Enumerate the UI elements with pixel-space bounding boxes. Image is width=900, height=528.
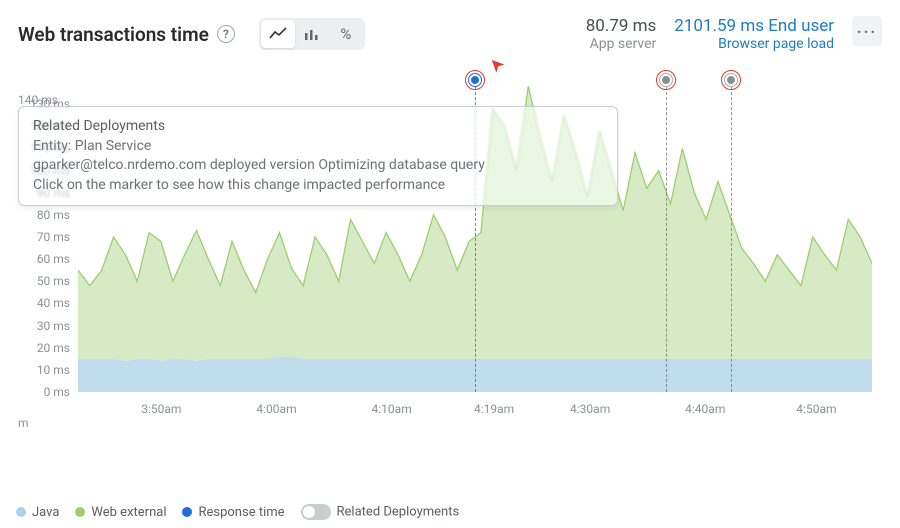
tooltip-detail: gparker@telco.nrdemo.com deployed versio… bbox=[33, 156, 603, 176]
toggle-switch[interactable] bbox=[301, 504, 331, 520]
legend-response-time[interactable]: Response time bbox=[182, 505, 284, 520]
legend: Java Web external Response time Related … bbox=[16, 504, 459, 520]
x-tick: 4:19am bbox=[474, 402, 514, 416]
deployment-line bbox=[666, 82, 667, 392]
x-tick: 4:50am bbox=[796, 402, 836, 416]
chart-type-toggle: % bbox=[259, 18, 365, 50]
tooltip-entity: Entity: Plan Service bbox=[33, 137, 603, 157]
chart: 0 ms 10 ms 20 ms 30 ms 40 ms 50 ms 60 ms 70 ms 8… bbox=[18, 82, 882, 442]
tooltip-title: Related Deployments bbox=[33, 117, 603, 137]
y-tick: 20 ms bbox=[37, 341, 70, 355]
metric-value: 80.79 ms bbox=[586, 16, 657, 36]
y-tick: 40 ms bbox=[37, 296, 70, 310]
x-tick: 4:00am bbox=[256, 402, 296, 416]
header: Web transactions time ? % 80.79 ms App s… bbox=[18, 16, 882, 52]
metrics: 80.79 ms App server 2101.59 ms End user … bbox=[586, 16, 882, 52]
percent-icon[interactable]: % bbox=[329, 20, 363, 48]
deployment-marker[interactable] bbox=[725, 74, 737, 86]
legend-java[interactable]: Java bbox=[16, 505, 59, 520]
deployment-line bbox=[731, 82, 732, 392]
y-tick: 10 ms bbox=[37, 363, 70, 377]
y-tick: 80 ms bbox=[37, 208, 70, 222]
page-title: Web transactions time ? bbox=[18, 23, 235, 46]
deployment-marker[interactable] bbox=[469, 74, 481, 86]
metric-label: App server bbox=[586, 36, 657, 52]
x-axis: 3:50am 4:00am 4:10am 4:19am 4:30am 4:40am 4:50… bbox=[78, 402, 872, 422]
x-tick: 4:40am bbox=[685, 402, 725, 416]
metric-value: 2101.59 ms End user bbox=[674, 16, 834, 36]
dot-icon bbox=[182, 507, 192, 517]
line-chart-icon[interactable] bbox=[261, 20, 295, 48]
bar-chart-icon[interactable] bbox=[295, 20, 329, 48]
metric-label: Browser page load bbox=[674, 36, 834, 52]
annotation-arrow-icon: ➤ bbox=[484, 52, 510, 78]
y-tick: 0 ms bbox=[44, 385, 70, 399]
x-tick: 4:30am bbox=[570, 402, 610, 416]
help-icon[interactable]: ? bbox=[217, 25, 235, 43]
title-text: Web transactions time bbox=[18, 23, 209, 46]
dot-icon bbox=[16, 507, 26, 517]
y-tick: 60 ms bbox=[37, 252, 70, 266]
x-prefix: m bbox=[18, 416, 29, 430]
dot-icon bbox=[75, 507, 85, 517]
y-tick: 50 ms bbox=[37, 274, 70, 288]
metric-app-server: 80.79 ms App server bbox=[586, 16, 657, 52]
deployment-tooltip: Related Deployments Entity: Plan Service… bbox=[18, 106, 618, 206]
panel: Web transactions time ? % 80.79 ms App s… bbox=[0, 0, 900, 528]
y-tick: 30 ms bbox=[37, 319, 70, 333]
metric-end-user[interactable]: 2101.59 ms End user Browser page load bbox=[674, 16, 834, 52]
more-menu-icon[interactable]: ··· bbox=[852, 16, 882, 46]
deployment-marker[interactable] bbox=[660, 74, 672, 86]
x-tick: 4:10am bbox=[372, 402, 412, 416]
tooltip-hint: Click on the marker to see how this chan… bbox=[33, 176, 603, 196]
legend-related-deployments[interactable]: Related Deployments bbox=[301, 504, 460, 520]
x-tick: 3:50am bbox=[141, 402, 181, 416]
y-tick: 70 ms bbox=[37, 230, 70, 244]
legend-web-external[interactable]: Web external bbox=[75, 505, 166, 520]
